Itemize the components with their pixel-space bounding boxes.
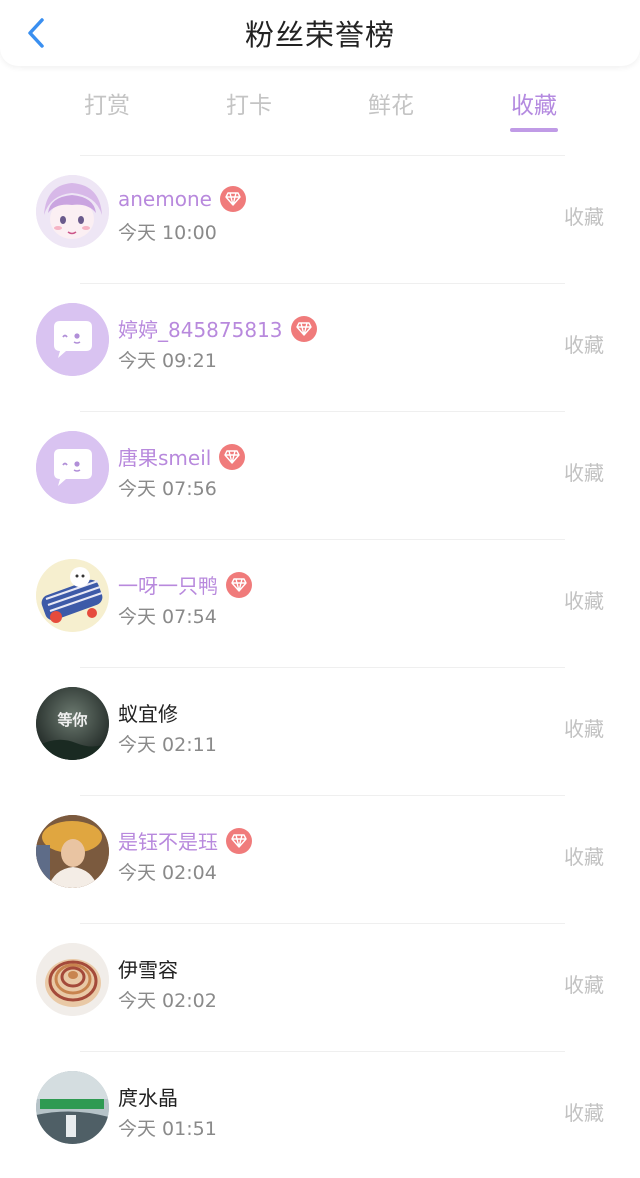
tab-favorites[interactable]: 收藏: [494, 86, 574, 120]
action-label: 收藏: [564, 333, 604, 357]
timestamp: 今天 01:51: [118, 1118, 217, 1140]
timestamp: 今天 10:00: [118, 222, 217, 244]
avatar[interactable]: 等你: [36, 687, 109, 760]
list-item[interactable]: 等你 蚁宜修 今天 02:11 收藏: [0, 667, 640, 795]
action-label: 收藏: [564, 845, 604, 869]
tab-flowers[interactable]: 鲜花: [351, 86, 431, 120]
action-label: 收藏: [564, 717, 604, 741]
header-bar: 粉丝荣誉榜: [0, 0, 640, 66]
list-item[interactable]: anemone 今天 10:00 收藏: [0, 155, 640, 283]
action-label: 收藏: [564, 1101, 604, 1125]
avatar-text: 等你: [57, 711, 88, 729]
username[interactable]: 婷婷_845875813: [118, 314, 283, 343]
timestamp: 今天 07:56: [118, 478, 217, 500]
timestamp: 今天 02:02: [118, 990, 217, 1012]
tab-checkin[interactable]: 打卡: [209, 86, 289, 120]
chevron-left-icon: [28, 18, 44, 48]
username[interactable]: 是钰不是珏: [118, 826, 218, 855]
username[interactable]: 庹水晶: [118, 1082, 178, 1111]
avatar[interactable]: [36, 815, 109, 888]
tab-reward[interactable]: 打赏: [67, 86, 147, 120]
avatar[interactable]: [36, 1071, 109, 1144]
list-item[interactable]: 唐果smeil 今天 07:56 收藏: [0, 411, 640, 539]
diamond-badge-icon: [226, 571, 252, 598]
username[interactable]: anemone: [118, 187, 212, 211]
username[interactable]: 蚁宜修: [118, 698, 178, 727]
username[interactable]: 唐果smeil: [118, 442, 211, 471]
action-label: 收藏: [564, 205, 604, 229]
diamond-badge-icon: [219, 186, 246, 212]
timestamp: 今天 02:11: [118, 734, 217, 756]
page-title: 粉丝荣誉榜: [244, 18, 395, 52]
avatar[interactable]: [36, 559, 109, 632]
avatar[interactable]: [36, 175, 109, 248]
diamond-badge-icon: [290, 315, 317, 342]
avatar[interactable]: [36, 303, 109, 376]
timestamp: 今天 02:04: [118, 862, 217, 884]
timestamp: 今天 09:21: [118, 350, 217, 372]
chat-bubble-icon: [36, 303, 109, 376]
active-tab-indicator: [510, 128, 558, 132]
username[interactable]: 一呀一只鸭: [118, 570, 218, 599]
timestamp: 今天 07:54: [118, 606, 217, 628]
avatar[interactable]: [36, 431, 109, 504]
diamond-badge-icon: [226, 827, 252, 854]
tab-bar: 打赏 打卡 鲜花 收藏: [0, 80, 640, 140]
list-item[interactable]: 伊雪容 今天 02:02 收藏: [0, 923, 640, 1051]
action-label: 收藏: [564, 589, 604, 613]
list-item[interactable]: 是钰不是珏 今天 02:04 收藏: [0, 795, 640, 923]
username[interactable]: 伊雪容: [118, 954, 178, 983]
diamond-badge-icon: [219, 443, 246, 470]
list-item[interactable]: 庹水晶 今天 01:51 收藏: [0, 1051, 640, 1178]
action-label: 收藏: [564, 461, 604, 485]
chat-bubble-icon: [36, 431, 109, 504]
avatar[interactable]: [36, 943, 109, 1016]
list-item[interactable]: 一呀一只鸭 今天 07:54 收藏: [0, 539, 640, 667]
back-button[interactable]: [20, 17, 52, 49]
action-label: 收藏: [564, 973, 604, 997]
list-item[interactable]: 婷婷_845875813 今天 09:21 收藏: [0, 283, 640, 411]
